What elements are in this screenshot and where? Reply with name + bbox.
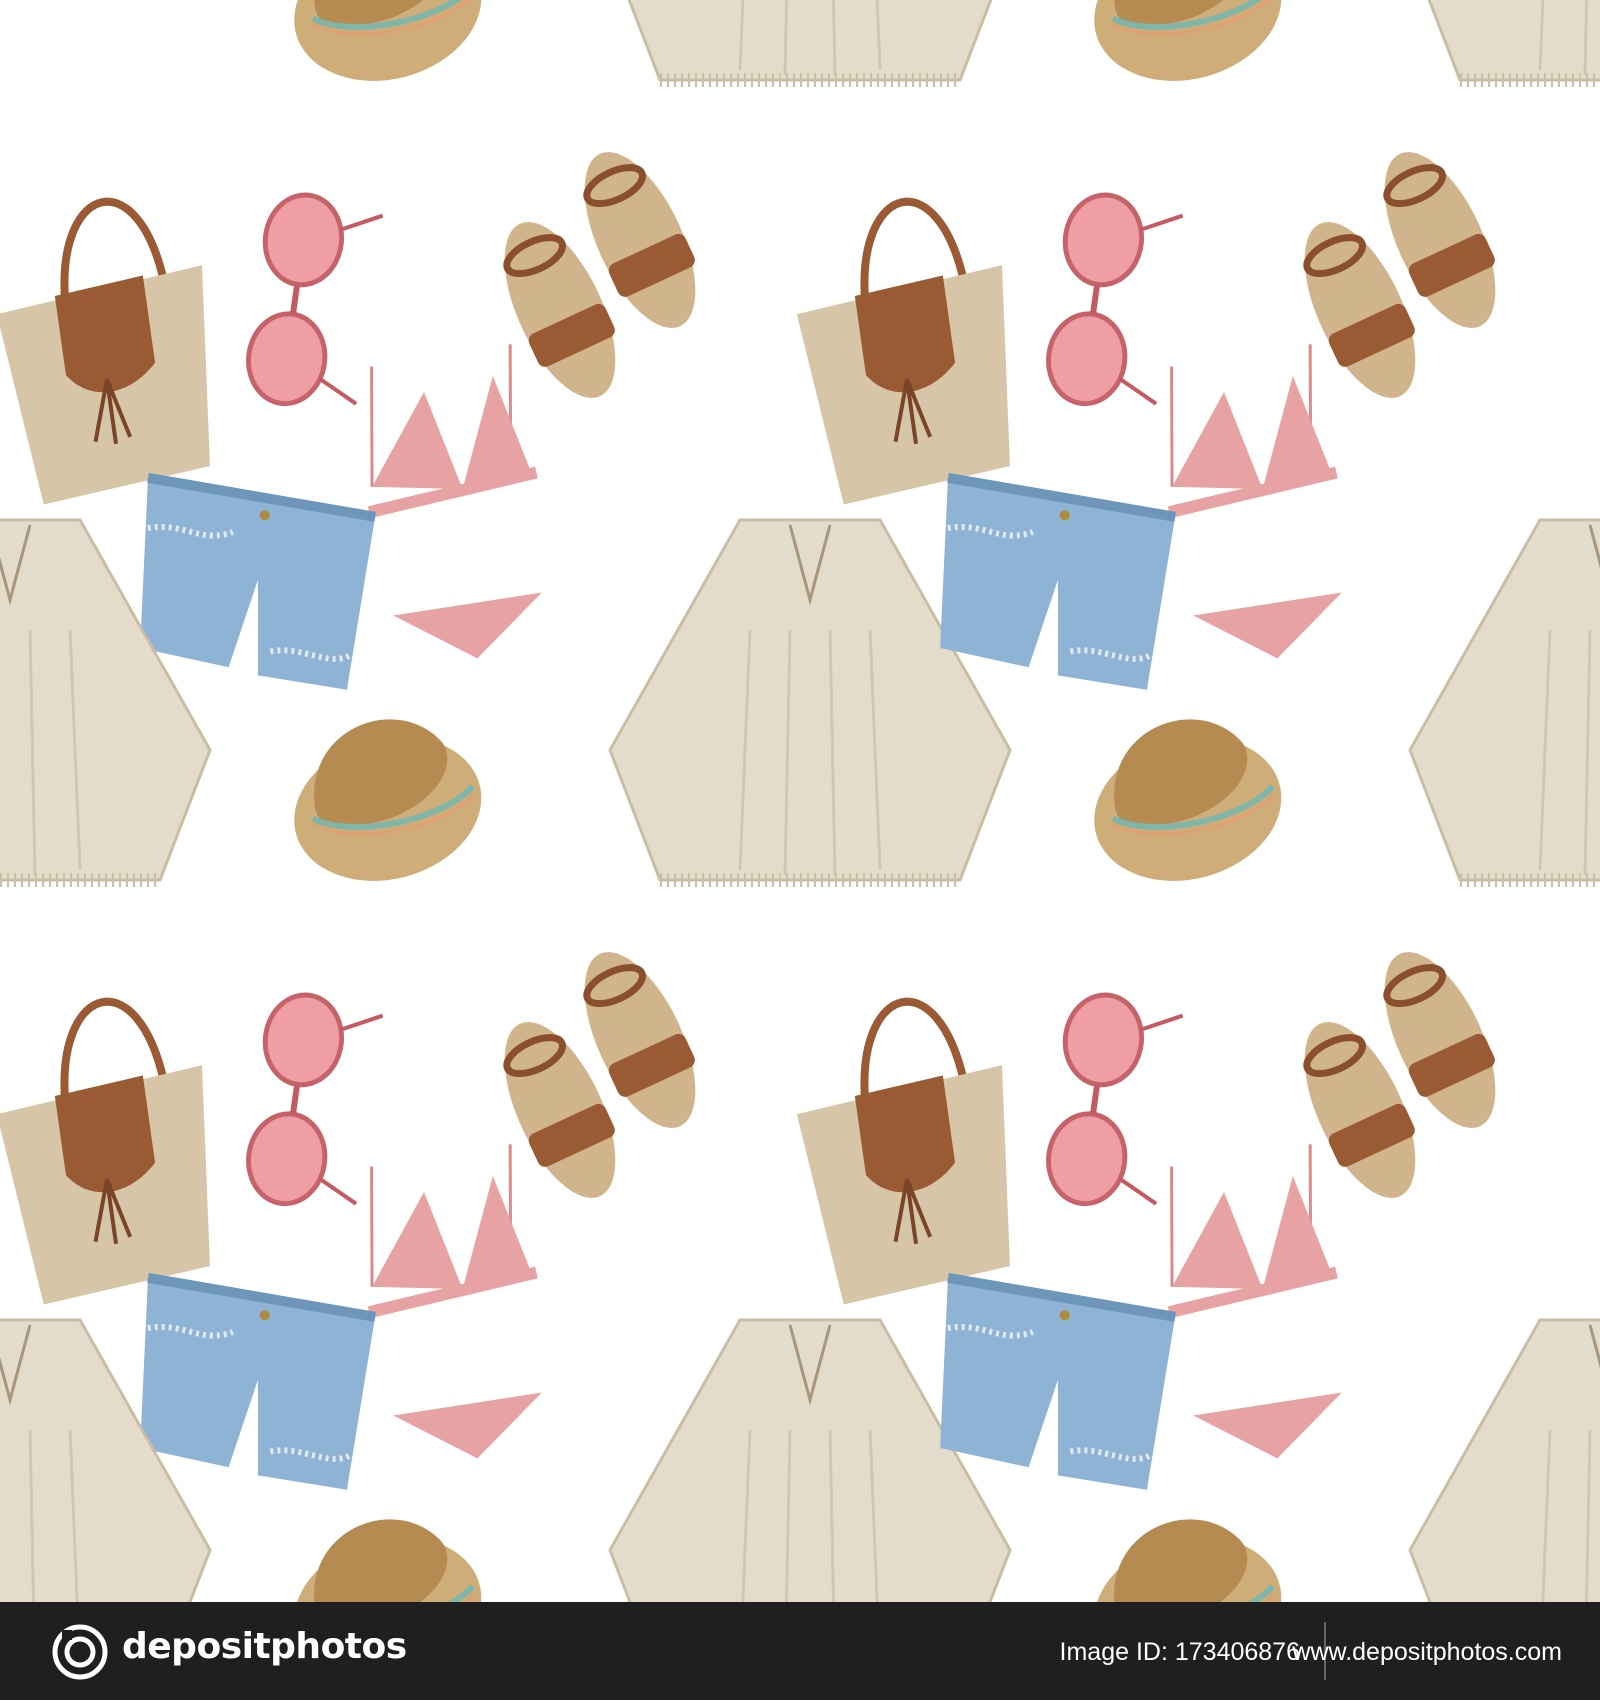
depositphotos-logo-icon	[52, 1624, 108, 1680]
brand-name: depositphotos	[122, 1626, 407, 1667]
image-id: Image ID: 173406876	[1059, 1638, 1300, 1666]
site-url: www.depositphotos.com	[1292, 1638, 1562, 1666]
watermark-footer: depositphotos Image ID: 173406876 www.de…	[0, 1602, 1600, 1700]
watercolor-pattern	[0, 0, 1600, 1602]
